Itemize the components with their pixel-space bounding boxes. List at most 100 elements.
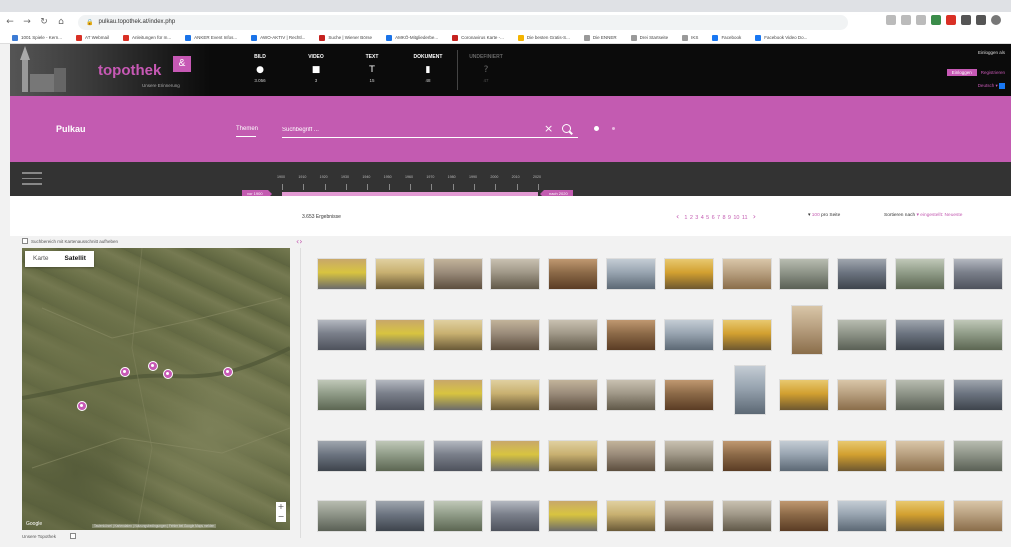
zoom-out-icon[interactable]: −	[276, 512, 286, 522]
photo-thumbnail[interactable]	[606, 500, 656, 532]
photo-thumbnail[interactable]	[490, 379, 541, 411]
page-link[interactable]: 7	[717, 215, 720, 221]
timeline-year-label[interactable]: 1920	[320, 175, 328, 179]
page-link[interactable]: 2	[690, 215, 693, 221]
language-select[interactable]: Deutsch ▾	[935, 83, 1005, 89]
photo-thumbnail[interactable]	[606, 318, 656, 351]
collapse-map-icon[interactable]: ‹›	[296, 237, 302, 246]
media-undefiniert[interactable]: UNDEFINIERT ? 47	[458, 44, 514, 96]
zoom-in-icon[interactable]: +	[276, 502, 286, 512]
photo-thumbnail[interactable]	[548, 379, 599, 411]
timeline-year-label[interactable]: 2000	[490, 175, 498, 179]
photo-thumbnail[interactable]	[837, 318, 888, 351]
photo-thumbnail[interactable]	[779, 500, 830, 532]
photo-thumbnail[interactable]	[895, 379, 945, 411]
photo-thumbnail[interactable]	[721, 318, 772, 351]
photo-thumbnail[interactable]	[721, 439, 772, 472]
bookmark-item[interactable]: AWO-AKTIV | Rechtl...	[251, 34, 305, 41]
forward-icon[interactable]: →	[20, 15, 34, 29]
zoom-icon[interactable]	[886, 15, 896, 25]
photo-thumbnail[interactable]	[317, 258, 367, 290]
back-icon[interactable]: ←	[3, 15, 17, 29]
timeline-year-label[interactable]: 1990	[469, 175, 477, 179]
share-icon[interactable]	[901, 15, 911, 25]
media-bild[interactable]: BILD ● 3.056	[232, 44, 288, 96]
map-tab-satellit[interactable]: Satellit	[57, 251, 94, 267]
photo-thumbnail[interactable]	[663, 379, 714, 411]
page-link[interactable]: 4	[701, 215, 704, 221]
map-footer-checkbox[interactable]	[70, 533, 76, 539]
sort-select[interactable]: Sortieren nach ▾ eingestellt: Neueste	[884, 213, 962, 218]
timeline-year-label[interactable]: 2010	[512, 175, 520, 179]
media-video[interactable]: VIDEO ■ 3	[288, 44, 344, 96]
photo-thumbnail[interactable]	[721, 258, 772, 290]
timeline-year-label[interactable]: 1900	[277, 175, 285, 179]
satellite-map[interactable]: Karte Satellit + − Google Tastenkürzel |…	[22, 248, 290, 530]
photo-thumbnail[interactable]	[432, 379, 483, 411]
photo-thumbnail[interactable]	[663, 500, 714, 532]
options-icon[interactable]	[612, 127, 615, 130]
puzzle-icon[interactable]	[961, 15, 971, 25]
timeline-year-label[interactable]: 1950	[384, 175, 392, 179]
search-icon[interactable]	[562, 124, 571, 133]
bookmark-item[interactable]: 1001 Spiele - Kern...	[12, 34, 62, 41]
photo-thumbnail[interactable]	[548, 318, 599, 351]
page-link[interactable]: 9	[728, 215, 731, 221]
bookmark-item[interactable]: Coronavirus Karte -...	[452, 34, 504, 41]
photo-thumbnail[interactable]	[733, 365, 766, 415]
per-page-select[interactable]: ▾ 100 pro Seite	[808, 213, 840, 218]
bookmark-item[interactable]: Facebook Video Do...	[755, 34, 807, 41]
page-link[interactable]: 3	[695, 215, 698, 221]
topothek-name[interactable]: Pulkau	[56, 124, 86, 134]
timeline-year-label[interactable]: 2020	[533, 175, 541, 179]
photo-thumbnail[interactable]	[432, 500, 483, 532]
photo-thumbnail[interactable]	[952, 439, 1003, 472]
photo-thumbnail[interactable]	[837, 439, 888, 472]
map-marker[interactable]	[120, 367, 130, 377]
photo-thumbnail[interactable]	[952, 258, 1003, 290]
extension-icon[interactable]	[931, 15, 941, 25]
photo-thumbnail[interactable]	[490, 500, 541, 532]
photo-thumbnail[interactable]	[952, 318, 1003, 351]
location-pin-icon[interactable]	[594, 126, 599, 131]
url-field[interactable]: 🔒 pulkau.topothek.at/index.php	[78, 14, 848, 30]
photo-thumbnail[interactable]	[606, 379, 656, 411]
menu-icon[interactable]	[22, 172, 42, 185]
timeline-year-label[interactable]: 1980	[448, 175, 456, 179]
bookmark-item[interactable]: Anleitungen für m...	[123, 34, 171, 41]
bookmark-item[interactable]: Die besten Gratis-S...	[517, 34, 570, 41]
themen-link[interactable]: Themen	[236, 126, 258, 132]
search-input[interactable]	[282, 123, 542, 137]
photo-thumbnail[interactable]	[548, 439, 599, 472]
photo-thumbnail[interactable]	[779, 258, 830, 290]
map-marker[interactable]	[77, 401, 87, 411]
photo-thumbnail[interactable]	[374, 379, 425, 411]
photo-thumbnail[interactable]	[895, 258, 945, 290]
next-page-icon[interactable]: ›	[753, 212, 756, 221]
photo-thumbnail[interactable]	[837, 258, 888, 290]
bookmark-item[interactable]: IKS	[682, 34, 698, 41]
photo-thumbnail[interactable]	[721, 500, 772, 532]
photo-thumbnail[interactable]	[432, 258, 483, 290]
photo-thumbnail[interactable]	[374, 318, 425, 351]
reload-icon[interactable]: ↻	[37, 15, 51, 29]
photo-thumbnail[interactable]	[663, 318, 714, 351]
photo-thumbnail[interactable]	[317, 500, 367, 532]
photo-thumbnail[interactable]	[952, 500, 1003, 532]
map-marker[interactable]	[148, 361, 158, 371]
map-marker[interactable]	[163, 369, 173, 379]
photo-thumbnail[interactable]	[895, 318, 945, 351]
bookmark-item[interactable]: Facebook	[712, 34, 741, 41]
bookmark-item[interactable]: AT Webmail	[76, 34, 109, 41]
page-link[interactable]: 5	[706, 215, 709, 221]
map-filter-checkbox[interactable]	[22, 238, 28, 244]
bookmark-item[interactable]: Suche | Wiener Börse	[319, 34, 372, 41]
map-marker[interactable]	[223, 367, 233, 377]
timeline-year-label[interactable]: 1930	[341, 175, 349, 179]
map-tab-karte[interactable]: Karte	[25, 251, 57, 267]
media-dokument[interactable]: DOKUMENT ▮ 48	[400, 44, 456, 96]
home-icon[interactable]: ⌂	[54, 15, 68, 29]
photo-thumbnail[interactable]	[432, 439, 483, 472]
page-link[interactable]: 10	[733, 215, 739, 221]
page-link[interactable]: 1	[684, 215, 687, 221]
